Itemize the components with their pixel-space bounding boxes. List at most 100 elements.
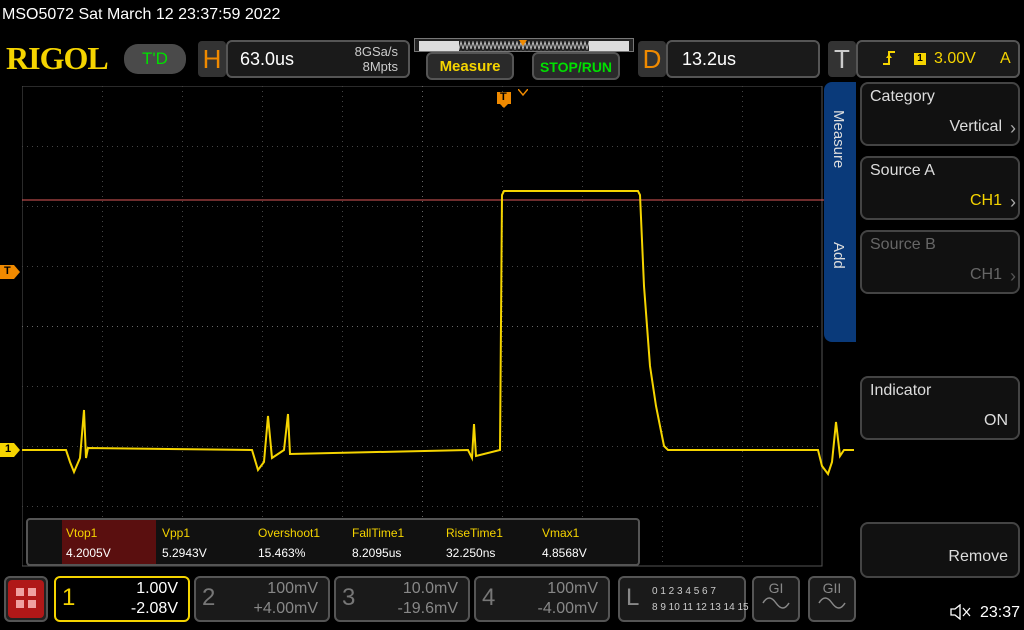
logic-analyzer-box[interactable]: L 0 1 2 3 4 5 6 7 8 9 10 11 12 13 14 15 bbox=[618, 576, 749, 622]
tab-measure[interactable]: Measure bbox=[830, 110, 847, 168]
channel-number: 4 bbox=[482, 584, 496, 611]
channel-number: 2 bbox=[202, 584, 216, 611]
channel-number: 3 bbox=[342, 584, 356, 611]
measurement-name: Vpp1 bbox=[162, 526, 191, 540]
trigger-label[interactable]: T bbox=[828, 41, 856, 77]
channel-offset: -4.00mV bbox=[537, 600, 598, 617]
measurement-value: 8.2095us bbox=[352, 546, 402, 560]
channel-offset: +4.00mV bbox=[253, 600, 318, 617]
sample-rate-info: 8GSa/s 8Mpts bbox=[355, 44, 398, 74]
channel-4-box[interactable]: 4 100mV -4.00mV bbox=[474, 576, 610, 622]
horizontal-timebase-box[interactable]: 63.0us 8GSa/s 8Mpts bbox=[226, 40, 410, 78]
horizontal-label[interactable]: H bbox=[198, 41, 226, 77]
memory-position-bar bbox=[414, 38, 634, 52]
menu-source-b: Source B CH1 › bbox=[860, 230, 1020, 294]
waveform-display[interactable] bbox=[21, 85, 854, 568]
ch1-ground-marker[interactable]: 1 bbox=[0, 443, 20, 457]
generator-2-button[interactable]: GII bbox=[808, 576, 856, 622]
source-b-value: CH1 bbox=[969, 266, 1002, 283]
trigger-level-label: T bbox=[4, 265, 11, 277]
device-title: MSO5072 Sat March 12 23:37:59 2022 bbox=[2, 6, 281, 23]
tab-add[interactable]: Add bbox=[830, 242, 847, 269]
trigger-status-badge: T'D bbox=[124, 44, 186, 74]
channel-scale: 100mV bbox=[547, 580, 598, 597]
measurement-name: Overshoot1 bbox=[258, 526, 321, 540]
measurement-item[interactable]: Vpp1 5.2943V bbox=[158, 520, 252, 564]
speaker-muted-icon[interactable] bbox=[950, 603, 972, 625]
measure-button[interactable]: Measure bbox=[426, 52, 514, 80]
softkey-menu: Category Vertical › Source A CH1 › Sourc… bbox=[856, 82, 1024, 578]
measurement-name: RiseTime1 bbox=[446, 526, 503, 540]
channel-scale: 100mV bbox=[267, 580, 318, 597]
logic-channels-row1: 0 1 2 3 4 5 6 7 bbox=[652, 586, 716, 597]
title-bar: MSO5072 Sat March 12 23:37:59 2022 bbox=[0, 0, 1024, 32]
home-menu-button[interactable] bbox=[4, 576, 48, 622]
trigger-level: 3.00V bbox=[934, 50, 976, 67]
indicator-title: Indicator bbox=[870, 382, 932, 399]
measurement-value: 4.8568V bbox=[542, 546, 587, 560]
measurement-item[interactable]: Vtop1 4.2005V bbox=[62, 520, 156, 564]
menu-indicator[interactable]: Indicator ON bbox=[860, 376, 1020, 440]
menu-category[interactable]: Category Vertical › bbox=[860, 82, 1020, 146]
measurement-value: 4.2005V bbox=[66, 546, 111, 560]
delay-label[interactable]: D bbox=[638, 41, 666, 77]
measurement-item[interactable]: FallTime1 8.2095us bbox=[348, 520, 442, 564]
trigger-level-marker[interactable]: T bbox=[0, 265, 20, 279]
channel-scale: 1.00V bbox=[136, 580, 178, 597]
menu-source-a[interactable]: Source A CH1 › bbox=[860, 156, 1020, 220]
trigger-coupling: A bbox=[1000, 50, 1011, 67]
channel-1-box[interactable]: 1 1.00V -2.08V bbox=[54, 576, 190, 622]
trigger-position-label: T bbox=[500, 91, 507, 103]
chevron-right-icon: › bbox=[1010, 118, 1016, 138]
trigger-source-badge: 1 bbox=[914, 53, 926, 65]
memory-depth: 8Mpts bbox=[362, 59, 398, 74]
channel-scale: 10.0mV bbox=[402, 580, 458, 597]
sine-wave-icon bbox=[762, 597, 790, 609]
sample-rate: 8GSa/s bbox=[354, 44, 398, 59]
generator-1-label: GI bbox=[768, 580, 784, 596]
memory-bar-graphic bbox=[419, 40, 629, 51]
channel-offset: -2.08V bbox=[130, 600, 178, 617]
timebase-value: 63.0us bbox=[240, 49, 295, 69]
measurement-value: 32.250ns bbox=[446, 546, 496, 560]
waveform-grid bbox=[21, 85, 854, 567]
channel-3-box[interactable]: 3 10.0mV -19.6mV bbox=[334, 576, 470, 622]
measurement-name: FallTime1 bbox=[352, 526, 405, 540]
channel-number: 1 bbox=[62, 584, 76, 611]
chevron-right-icon: › bbox=[1010, 192, 1016, 212]
rising-edge-icon bbox=[882, 50, 896, 71]
measurement-item[interactable]: RiseTime1 32.250ns bbox=[442, 520, 536, 564]
logic-channels-row2: 8 9 10 11 12 13 14 15 bbox=[652, 602, 749, 613]
menu-remove[interactable]: Remove bbox=[860, 522, 1020, 578]
stop-run-button[interactable]: STOP/RUN bbox=[532, 52, 620, 80]
grid-menu-icon bbox=[8, 580, 44, 618]
delay-value: 13.2us bbox=[682, 49, 737, 69]
source-b-title: Source B bbox=[870, 236, 936, 253]
category-value: Vertical bbox=[949, 118, 1002, 135]
generator-2-label: GII bbox=[822, 580, 842, 596]
measurement-results-panel: Vtop1 4.2005V Vpp1 5.2943V Overshoot1 15… bbox=[26, 518, 640, 566]
measurement-value: 5.2943V bbox=[162, 546, 207, 560]
measurement-name: Vmax1 bbox=[542, 526, 580, 540]
category-title: Category bbox=[870, 88, 935, 105]
trigger-settings-box[interactable]: 1 3.00V A bbox=[856, 40, 1020, 78]
remove-label: Remove bbox=[948, 548, 1008, 565]
generator-1-button[interactable]: GI bbox=[752, 576, 800, 622]
trigger-position-marker[interactable]: T bbox=[497, 91, 511, 108]
chevron-right-icon: › bbox=[1010, 266, 1016, 286]
ch1-ground-label: 1 bbox=[5, 443, 12, 455]
source-a-value: CH1 bbox=[969, 192, 1002, 209]
channel-2-box[interactable]: 2 100mV +4.00mV bbox=[194, 576, 330, 622]
measurement-value: 15.463% bbox=[258, 546, 306, 560]
measurement-item[interactable]: Vmax1 4.8568V bbox=[538, 520, 632, 564]
status-clock: 23:37 bbox=[980, 604, 1021, 621]
indicator-value: ON bbox=[984, 412, 1008, 429]
measurement-item[interactable]: Overshoot1 15.463% bbox=[254, 520, 348, 564]
side-tab-strip: Measure Add bbox=[824, 82, 856, 342]
measurement-name: Vtop1 bbox=[66, 526, 98, 540]
rigol-logo: RIGOL bbox=[6, 40, 109, 76]
sine-wave-icon bbox=[818, 597, 846, 609]
source-a-title: Source A bbox=[870, 162, 935, 179]
logic-label: L bbox=[626, 584, 640, 611]
delay-box[interactable]: 13.2us bbox=[666, 40, 820, 78]
